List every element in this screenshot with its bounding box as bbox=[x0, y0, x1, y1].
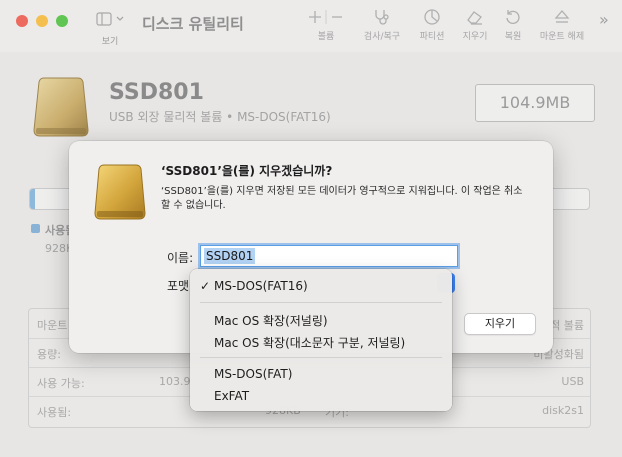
toolbar-partition-label: 파티션 bbox=[419, 32, 445, 42]
external-disk-icon bbox=[33, 77, 89, 137]
toolbar-firstaid-button[interactable]: 검사/복구 bbox=[360, 8, 404, 48]
close-button[interactable] bbox=[16, 15, 28, 27]
dialog-title: ‘SSD801’을(를) 지우겠습니까? bbox=[161, 164, 333, 178]
toolbar-volume-label: 볼륨 bbox=[317, 32, 335, 42]
menu-separator bbox=[200, 302, 442, 303]
info-value: 적 볼륨 bbox=[550, 319, 584, 332]
menu-item-fat16[interactable]: MS-DOS(FAT16) bbox=[214, 279, 308, 293]
toolbar-overflow-icon[interactable]: » bbox=[599, 10, 609, 29]
plus-minus-icon bbox=[309, 10, 342, 24]
disk-name: SSD801 bbox=[109, 80, 204, 105]
restore-icon bbox=[506, 10, 520, 24]
menu-item-fat[interactable]: MS-DOS(FAT) bbox=[214, 367, 292, 381]
info-key: 용량: bbox=[37, 348, 61, 361]
menu-item-exfat[interactable]: ExFAT bbox=[214, 389, 249, 403]
name-input[interactable]: SSD801 bbox=[200, 245, 458, 267]
menu-item-macos-case-journaled[interactable]: Mac OS 확장(대소문자 구분, 저널링) bbox=[214, 334, 405, 351]
eraser-icon bbox=[467, 11, 482, 25]
info-value: 103.9 bbox=[159, 375, 191, 388]
toolbar-erase-label: 지우기 bbox=[462, 32, 488, 42]
name-input-value: SSD801 bbox=[204, 248, 256, 264]
external-disk-icon bbox=[94, 164, 146, 220]
usage-bar-fill bbox=[30, 189, 35, 209]
toolbar-restore-button[interactable]: 복원 bbox=[496, 8, 530, 48]
sidebar-icon bbox=[96, 12, 124, 26]
zoom-button[interactable] bbox=[56, 15, 68, 27]
menu-item-macos-journaled[interactable]: Mac OS 확장(저널링) bbox=[214, 312, 328, 329]
info-key: 마운트 bbox=[37, 319, 68, 332]
toolbar-erase-button[interactable]: 지우기 bbox=[455, 8, 495, 48]
name-label: 이름: bbox=[167, 251, 194, 265]
toolbar-unmount-label: 마운트 해제 bbox=[539, 32, 585, 42]
info-value: USB bbox=[561, 375, 584, 388]
toolbar-partition-button[interactable]: 파티션 bbox=[412, 8, 452, 48]
disk-capacity: 104.9MB bbox=[475, 84, 595, 122]
toolbar-volume-button[interactable]: 볼륨 bbox=[304, 8, 348, 48]
info-value: disk2s1 bbox=[542, 404, 584, 417]
used-legend-swatch bbox=[31, 224, 40, 233]
toolbar-firstaid-label: 검사/복구 bbox=[363, 32, 401, 42]
checkmark-icon: ✓ bbox=[200, 279, 211, 293]
info-key: 사용 가능: bbox=[37, 377, 85, 390]
erase-button[interactable]: 지우기 bbox=[464, 313, 536, 335]
view-button[interactable]: 보기 bbox=[94, 8, 130, 48]
menu-separator bbox=[200, 357, 442, 358]
app-title: 디스크 유틸리티 bbox=[142, 15, 244, 33]
eject-icon bbox=[554, 10, 570, 23]
dialog-message: ‘SSD801’을(를) 지우면 저장된 모든 데이터가 영구적으로 지워집니다… bbox=[161, 186, 523, 211]
format-label: 포맷 bbox=[167, 279, 190, 293]
info-key: 사용됨: bbox=[37, 406, 72, 419]
toolbar-unmount-button[interactable]: 마운트 해제 bbox=[532, 8, 592, 48]
disk-subtitle: USB 외장 물리적 볼륨 • MS-DOS(FAT16) bbox=[109, 110, 331, 124]
pie-chart-icon bbox=[424, 9, 440, 25]
stethoscope-icon bbox=[375, 10, 389, 25]
format-menu: ✓ MS-DOS(FAT16) Mac OS 확장(저널링) Mac OS 확장… bbox=[190, 269, 452, 411]
toolbar-restore-label: 복원 bbox=[504, 32, 522, 42]
minimize-button[interactable] bbox=[36, 15, 48, 27]
view-label: 보기 bbox=[101, 37, 119, 47]
title-bar: 보기 디스크 유틸리티 볼륨 검사/복구 파티션 지우기 복원 마운트 해제 » bbox=[0, 0, 622, 52]
